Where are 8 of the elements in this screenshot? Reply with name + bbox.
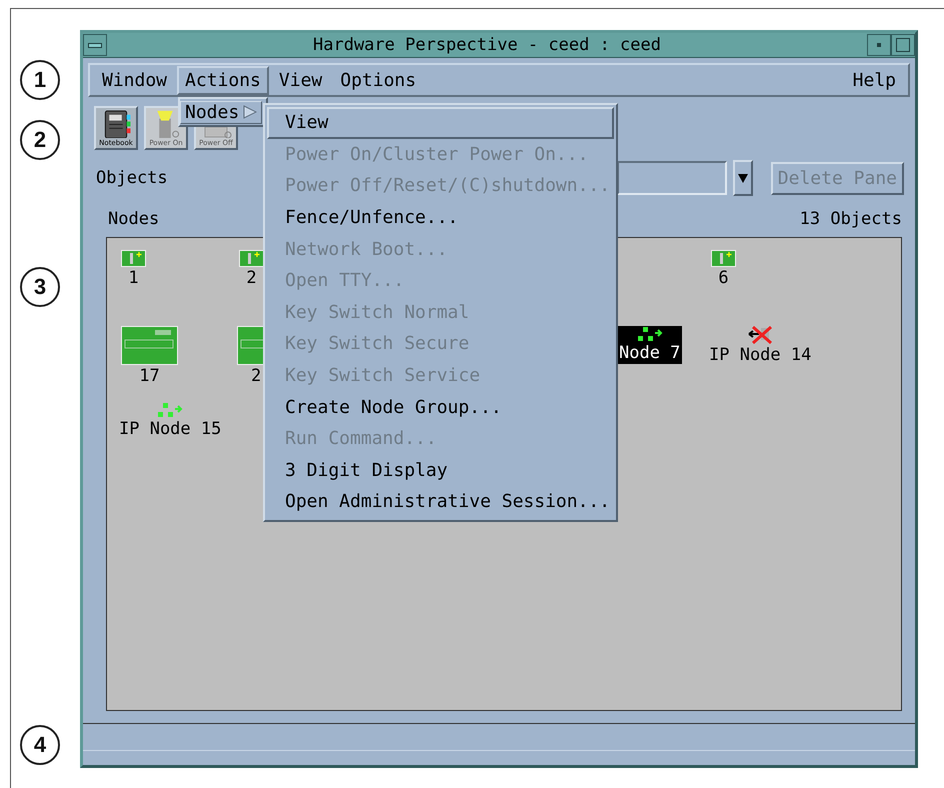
callout-number: 4 [20,725,60,765]
pane-title: Nodes [108,209,160,229]
callout-number: 1 [20,60,60,100]
window-title: Hardware Perspective - ceed : ceed [312,35,662,55]
callout-number: 2 [20,120,60,160]
object-count: 13 Objects [800,209,902,229]
callout-number: 3 [20,267,60,307]
objects-label: Objects [96,168,169,188]
